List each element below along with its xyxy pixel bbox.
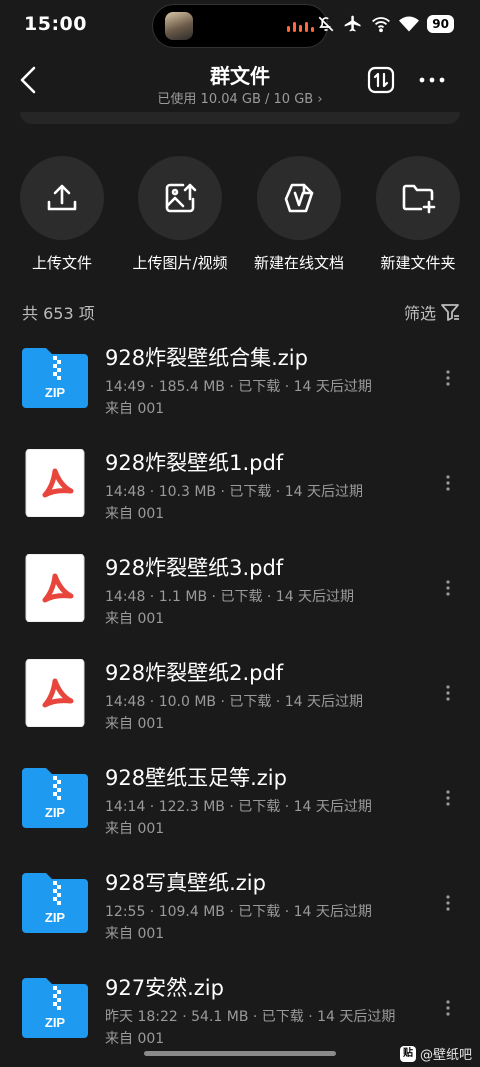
now-playing-artwork <box>165 12 193 40</box>
more-vertical-icon[interactable] <box>438 473 458 493</box>
file-source: 来自 001 <box>105 401 165 417</box>
upload-file-label: 上传文件 <box>31 254 92 272</box>
file-list-item[interactable]: ZIP 928写真壁纸.zip 12:55 · 109.4 MB · 已下载 · 1… <box>0 855 480 960</box>
wifi-icon <box>399 16 420 32</box>
upload-file-button[interactable]: 上传文件 <box>2 156 122 273</box>
airplane-icon <box>344 15 361 32</box>
more-vertical-icon[interactable] <box>438 893 458 913</box>
new-online-doc-button[interactable]: 新建在线文档 <box>239 156 359 273</box>
wifi-calling-icon <box>372 17 391 33</box>
new-folder-button[interactable]: 新建文件夹 <box>358 156 478 273</box>
upload-image-icon <box>165 183 197 213</box>
storage-usage-text: 已使用 10.04 GB / 10 GB <box>157 92 314 107</box>
home-indicator[interactable] <box>144 1051 336 1056</box>
page-title: 群文件 <box>210 64 270 88</box>
chevron-right-icon: › <box>317 92 323 107</box>
filter-label: 筛选 <box>403 304 436 323</box>
audio-wave-icon <box>287 22 315 32</box>
sort-icon[interactable] <box>367 66 395 94</box>
file-meta: 14:48 · 1.1 MB · 已下载 · 14 天后过期 <box>105 589 355 605</box>
watermark: 贴 @壁纸吧 <box>399 1044 472 1063</box>
zip-file-icon: ZIP <box>22 873 88 933</box>
quick-actions: 上传文件 上传图片/视频 新建在线文档 新建文件夹 <box>0 156 480 272</box>
zip-file-icon: ZIP <box>22 978 88 1038</box>
system-icons: 90 <box>317 14 454 34</box>
new-folder-label: 新建文件夹 <box>380 254 456 272</box>
file-meta: 14:49 · 185.4 MB · 已下载 · 14 天后过期 <box>105 379 372 395</box>
status-time: 15:00 <box>24 13 87 35</box>
zip-file-icon: ZIP <box>22 348 88 408</box>
storage-usage[interactable]: 已使用 10.04 GB / 10 GB › <box>0 88 480 107</box>
more-vertical-icon[interactable] <box>438 998 458 1018</box>
new-folder-circle <box>376 156 460 240</box>
upload-media-label: 上传图片/视频 <box>132 254 228 272</box>
file-list-item[interactable]: 928炸裂壁纸1.pdf 14:48 · 10.3 MB · 已下载 · 14 天… <box>0 435 480 540</box>
battery-indicator: 90 <box>427 15 454 33</box>
file-source: 来自 001 <box>105 716 165 732</box>
zip-badge: ZIP <box>45 385 66 400</box>
top-app-bar: 群文件 已使用 10.04 GB / 10 GB › <box>0 56 480 112</box>
upload-media-circle <box>138 156 222 240</box>
new-online-doc-circle <box>257 156 341 240</box>
new-folder-icon <box>402 184 436 214</box>
file-meta: 14:48 · 10.0 MB · 已下载 · 14 天后过期 <box>105 694 363 710</box>
file-list-item[interactable]: 928炸裂壁纸3.pdf 14:48 · 1.1 MB · 已下载 · 14 天后… <box>0 540 480 645</box>
file-name: 928炸裂壁纸2.pdf <box>105 661 284 685</box>
online-doc-icon <box>284 183 314 213</box>
file-list: ZIP 928炸裂壁纸合集.zip 14:49 · 185.4 MB · 已下载 ·… <box>0 330 480 1065</box>
file-meta: 14:14 · 122.3 MB · 已下载 · 14 天后过期 <box>105 799 372 815</box>
watermark-text: @壁纸吧 <box>419 1048 472 1063</box>
zip-badge: ZIP <box>45 805 66 820</box>
file-meta: 14:48 · 10.3 MB · 已下载 · 14 天后过期 <box>105 484 363 500</box>
pdf-file-icon <box>25 554 85 622</box>
file-source: 来自 001 <box>105 821 165 837</box>
search-bar-edge <box>20 112 460 124</box>
zip-file-icon: ZIP <box>22 768 88 828</box>
pdf-file-icon <box>25 449 85 517</box>
more-vertical-icon[interactable] <box>438 578 458 598</box>
file-source: 来自 001 <box>105 926 165 942</box>
filter-button[interactable]: 筛选 <box>404 300 460 324</box>
more-dots-icon[interactable] <box>418 66 446 94</box>
item-count: 共 653 项 <box>22 304 95 323</box>
zip-badge: ZIP <box>45 910 66 925</box>
file-name: 928写真壁纸.zip <box>105 871 266 895</box>
upload-file-circle <box>20 156 104 240</box>
file-meta: 昨天 18:22 · 54.1 MB · 已下载 · 14 天后过期 <box>105 1009 396 1025</box>
dynamic-island[interactable] <box>152 4 328 48</box>
list-header: 共 653 项 筛选 <box>22 300 460 324</box>
more-vertical-icon[interactable] <box>438 368 458 388</box>
file-list-item[interactable]: ZIP 928壁纸玉足等.zip 14:14 · 122.3 MB · 已下载 · … <box>0 750 480 855</box>
file-source: 来自 001 <box>105 1031 165 1047</box>
upload-icon <box>47 184 77 211</box>
file-source: 来自 001 <box>105 611 165 627</box>
file-name: 928炸裂壁纸3.pdf <box>105 556 284 580</box>
more-vertical-icon[interactable] <box>438 683 458 703</box>
new-online-doc-label: 新建在线文档 <box>253 254 344 272</box>
filter-icon <box>441 304 459 321</box>
file-source: 来自 001 <box>105 506 165 522</box>
file-name: 928炸裂壁纸1.pdf <box>105 451 284 475</box>
file-name: 927安然.zip <box>105 976 224 1000</box>
watermark-logo: 贴 <box>399 1045 416 1062</box>
upload-media-button[interactable]: 上传图片/视频 <box>120 156 240 273</box>
file-name: 928炸裂壁纸合集.zip <box>105 346 308 370</box>
file-list-item[interactable]: ZIP 928炸裂壁纸合集.zip 14:49 · 185.4 MB · 已下载 ·… <box>0 330 480 435</box>
more-vertical-icon[interactable] <box>438 788 458 808</box>
mute-bell-icon <box>318 16 334 32</box>
status-bar: 15:00 90 <box>0 0 480 50</box>
file-meta: 12:55 · 109.4 MB · 已下载 · 14 天后过期 <box>105 904 372 920</box>
zip-badge: ZIP <box>45 1015 66 1030</box>
file-list-item[interactable]: 928炸裂壁纸2.pdf 14:48 · 10.0 MB · 已下载 · 14 天… <box>0 645 480 750</box>
file-name: 928壁纸玉足等.zip <box>105 766 287 790</box>
pdf-file-icon <box>25 659 85 727</box>
